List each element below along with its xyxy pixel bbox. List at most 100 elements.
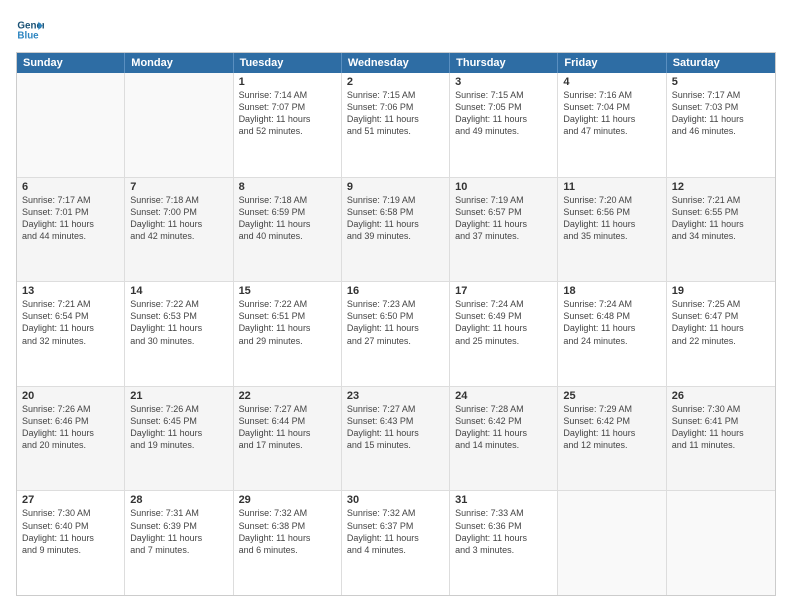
day-info: Sunrise: 7:30 AM Sunset: 6:40 PM Dayligh… — [22, 507, 119, 556]
day-info: Sunrise: 7:27 AM Sunset: 6:44 PM Dayligh… — [239, 403, 336, 452]
day-cell-31: 31Sunrise: 7:33 AM Sunset: 6:36 PM Dayli… — [450, 491, 558, 595]
header: General Blue — [16, 16, 776, 44]
day-cell-11: 11Sunrise: 7:20 AM Sunset: 6:56 PM Dayli… — [558, 178, 666, 282]
day-cell-26: 26Sunrise: 7:30 AM Sunset: 6:41 PM Dayli… — [667, 387, 775, 491]
day-info: Sunrise: 7:26 AM Sunset: 6:46 PM Dayligh… — [22, 403, 119, 452]
day-number: 9 — [347, 181, 444, 193]
weekday-header-thursday: Thursday — [450, 53, 558, 73]
calendar-row-1: 1Sunrise: 7:14 AM Sunset: 7:07 PM Daylig… — [17, 73, 775, 178]
day-cell-30: 30Sunrise: 7:32 AM Sunset: 6:37 PM Dayli… — [342, 491, 450, 595]
empty-cell — [17, 73, 125, 177]
day-info: Sunrise: 7:22 AM Sunset: 6:53 PM Dayligh… — [130, 298, 227, 347]
day-number: 3 — [455, 76, 552, 88]
day-number: 13 — [22, 285, 119, 297]
day-info: Sunrise: 7:29 AM Sunset: 6:42 PM Dayligh… — [563, 403, 660, 452]
day-cell-2: 2Sunrise: 7:15 AM Sunset: 7:06 PM Daylig… — [342, 73, 450, 177]
day-cell-14: 14Sunrise: 7:22 AM Sunset: 6:53 PM Dayli… — [125, 282, 233, 386]
day-cell-18: 18Sunrise: 7:24 AM Sunset: 6:48 PM Dayli… — [558, 282, 666, 386]
day-cell-8: 8Sunrise: 7:18 AM Sunset: 6:59 PM Daylig… — [234, 178, 342, 282]
day-info: Sunrise: 7:32 AM Sunset: 6:38 PM Dayligh… — [239, 507, 336, 556]
day-info: Sunrise: 7:31 AM Sunset: 6:39 PM Dayligh… — [130, 507, 227, 556]
logo-icon: General Blue — [16, 16, 44, 44]
day-cell-6: 6Sunrise: 7:17 AM Sunset: 7:01 PM Daylig… — [17, 178, 125, 282]
day-info: Sunrise: 7:30 AM Sunset: 6:41 PM Dayligh… — [672, 403, 770, 452]
calendar-row-2: 6Sunrise: 7:17 AM Sunset: 7:01 PM Daylig… — [17, 178, 775, 283]
day-number: 15 — [239, 285, 336, 297]
day-number: 5 — [672, 76, 770, 88]
day-number: 21 — [130, 390, 227, 402]
day-number: 18 — [563, 285, 660, 297]
day-number: 6 — [22, 181, 119, 193]
day-cell-1: 1Sunrise: 7:14 AM Sunset: 7:07 PM Daylig… — [234, 73, 342, 177]
day-info: Sunrise: 7:33 AM Sunset: 6:36 PM Dayligh… — [455, 507, 552, 556]
day-number: 23 — [347, 390, 444, 402]
day-cell-15: 15Sunrise: 7:22 AM Sunset: 6:51 PM Dayli… — [234, 282, 342, 386]
day-number: 1 — [239, 76, 336, 88]
day-info: Sunrise: 7:18 AM Sunset: 7:00 PM Dayligh… — [130, 194, 227, 243]
day-info: Sunrise: 7:21 AM Sunset: 6:55 PM Dayligh… — [672, 194, 770, 243]
weekday-header-saturday: Saturday — [667, 53, 775, 73]
calendar-body: 1Sunrise: 7:14 AM Sunset: 7:07 PM Daylig… — [17, 73, 775, 595]
day-info: Sunrise: 7:15 AM Sunset: 7:06 PM Dayligh… — [347, 89, 444, 138]
day-cell-28: 28Sunrise: 7:31 AM Sunset: 6:39 PM Dayli… — [125, 491, 233, 595]
day-info: Sunrise: 7:28 AM Sunset: 6:42 PM Dayligh… — [455, 403, 552, 452]
day-number: 2 — [347, 76, 444, 88]
day-info: Sunrise: 7:17 AM Sunset: 7:03 PM Dayligh… — [672, 89, 770, 138]
day-info: Sunrise: 7:19 AM Sunset: 6:58 PM Dayligh… — [347, 194, 444, 243]
empty-cell — [667, 491, 775, 595]
day-number: 17 — [455, 285, 552, 297]
day-info: Sunrise: 7:22 AM Sunset: 6:51 PM Dayligh… — [239, 298, 336, 347]
day-number: 24 — [455, 390, 552, 402]
day-cell-20: 20Sunrise: 7:26 AM Sunset: 6:46 PM Dayli… — [17, 387, 125, 491]
day-info: Sunrise: 7:18 AM Sunset: 6:59 PM Dayligh… — [239, 194, 336, 243]
day-number: 30 — [347, 494, 444, 506]
day-number: 4 — [563, 76, 660, 88]
day-info: Sunrise: 7:25 AM Sunset: 6:47 PM Dayligh… — [672, 298, 770, 347]
day-number: 26 — [672, 390, 770, 402]
empty-cell — [125, 73, 233, 177]
day-cell-27: 27Sunrise: 7:30 AM Sunset: 6:40 PM Dayli… — [17, 491, 125, 595]
day-cell-12: 12Sunrise: 7:21 AM Sunset: 6:55 PM Dayli… — [667, 178, 775, 282]
day-number: 27 — [22, 494, 119, 506]
day-cell-3: 3Sunrise: 7:15 AM Sunset: 7:05 PM Daylig… — [450, 73, 558, 177]
day-cell-13: 13Sunrise: 7:21 AM Sunset: 6:54 PM Dayli… — [17, 282, 125, 386]
day-number: 8 — [239, 181, 336, 193]
day-cell-16: 16Sunrise: 7:23 AM Sunset: 6:50 PM Dayli… — [342, 282, 450, 386]
day-cell-22: 22Sunrise: 7:27 AM Sunset: 6:44 PM Dayli… — [234, 387, 342, 491]
day-info: Sunrise: 7:16 AM Sunset: 7:04 PM Dayligh… — [563, 89, 660, 138]
day-cell-23: 23Sunrise: 7:27 AM Sunset: 6:43 PM Dayli… — [342, 387, 450, 491]
day-cell-7: 7Sunrise: 7:18 AM Sunset: 7:00 PM Daylig… — [125, 178, 233, 282]
day-number: 16 — [347, 285, 444, 297]
day-number: 20 — [22, 390, 119, 402]
calendar-row-3: 13Sunrise: 7:21 AM Sunset: 6:54 PM Dayli… — [17, 282, 775, 387]
weekday-header-tuesday: Tuesday — [234, 53, 342, 73]
empty-cell — [558, 491, 666, 595]
weekday-header-sunday: Sunday — [17, 53, 125, 73]
logo: General Blue — [16, 16, 48, 44]
calendar-header: SundayMondayTuesdayWednesdayThursdayFrid… — [17, 53, 775, 73]
day-info: Sunrise: 7:32 AM Sunset: 6:37 PM Dayligh… — [347, 507, 444, 556]
day-cell-24: 24Sunrise: 7:28 AM Sunset: 6:42 PM Dayli… — [450, 387, 558, 491]
day-cell-25: 25Sunrise: 7:29 AM Sunset: 6:42 PM Dayli… — [558, 387, 666, 491]
day-number: 7 — [130, 181, 227, 193]
weekday-header-monday: Monday — [125, 53, 233, 73]
day-info: Sunrise: 7:23 AM Sunset: 6:50 PM Dayligh… — [347, 298, 444, 347]
day-info: Sunrise: 7:21 AM Sunset: 6:54 PM Dayligh… — [22, 298, 119, 347]
day-number: 28 — [130, 494, 227, 506]
day-number: 11 — [563, 181, 660, 193]
weekday-header-wednesday: Wednesday — [342, 53, 450, 73]
day-info: Sunrise: 7:24 AM Sunset: 6:49 PM Dayligh… — [455, 298, 552, 347]
day-number: 12 — [672, 181, 770, 193]
calendar-row-4: 20Sunrise: 7:26 AM Sunset: 6:46 PM Dayli… — [17, 387, 775, 492]
day-info: Sunrise: 7:26 AM Sunset: 6:45 PM Dayligh… — [130, 403, 227, 452]
day-number: 10 — [455, 181, 552, 193]
day-info: Sunrise: 7:20 AM Sunset: 6:56 PM Dayligh… — [563, 194, 660, 243]
day-info: Sunrise: 7:19 AM Sunset: 6:57 PM Dayligh… — [455, 194, 552, 243]
day-cell-9: 9Sunrise: 7:19 AM Sunset: 6:58 PM Daylig… — [342, 178, 450, 282]
weekday-header-friday: Friday — [558, 53, 666, 73]
day-number: 14 — [130, 285, 227, 297]
day-cell-21: 21Sunrise: 7:26 AM Sunset: 6:45 PM Dayli… — [125, 387, 233, 491]
day-cell-19: 19Sunrise: 7:25 AM Sunset: 6:47 PM Dayli… — [667, 282, 775, 386]
day-number: 31 — [455, 494, 552, 506]
calendar-row-5: 27Sunrise: 7:30 AM Sunset: 6:40 PM Dayli… — [17, 491, 775, 595]
